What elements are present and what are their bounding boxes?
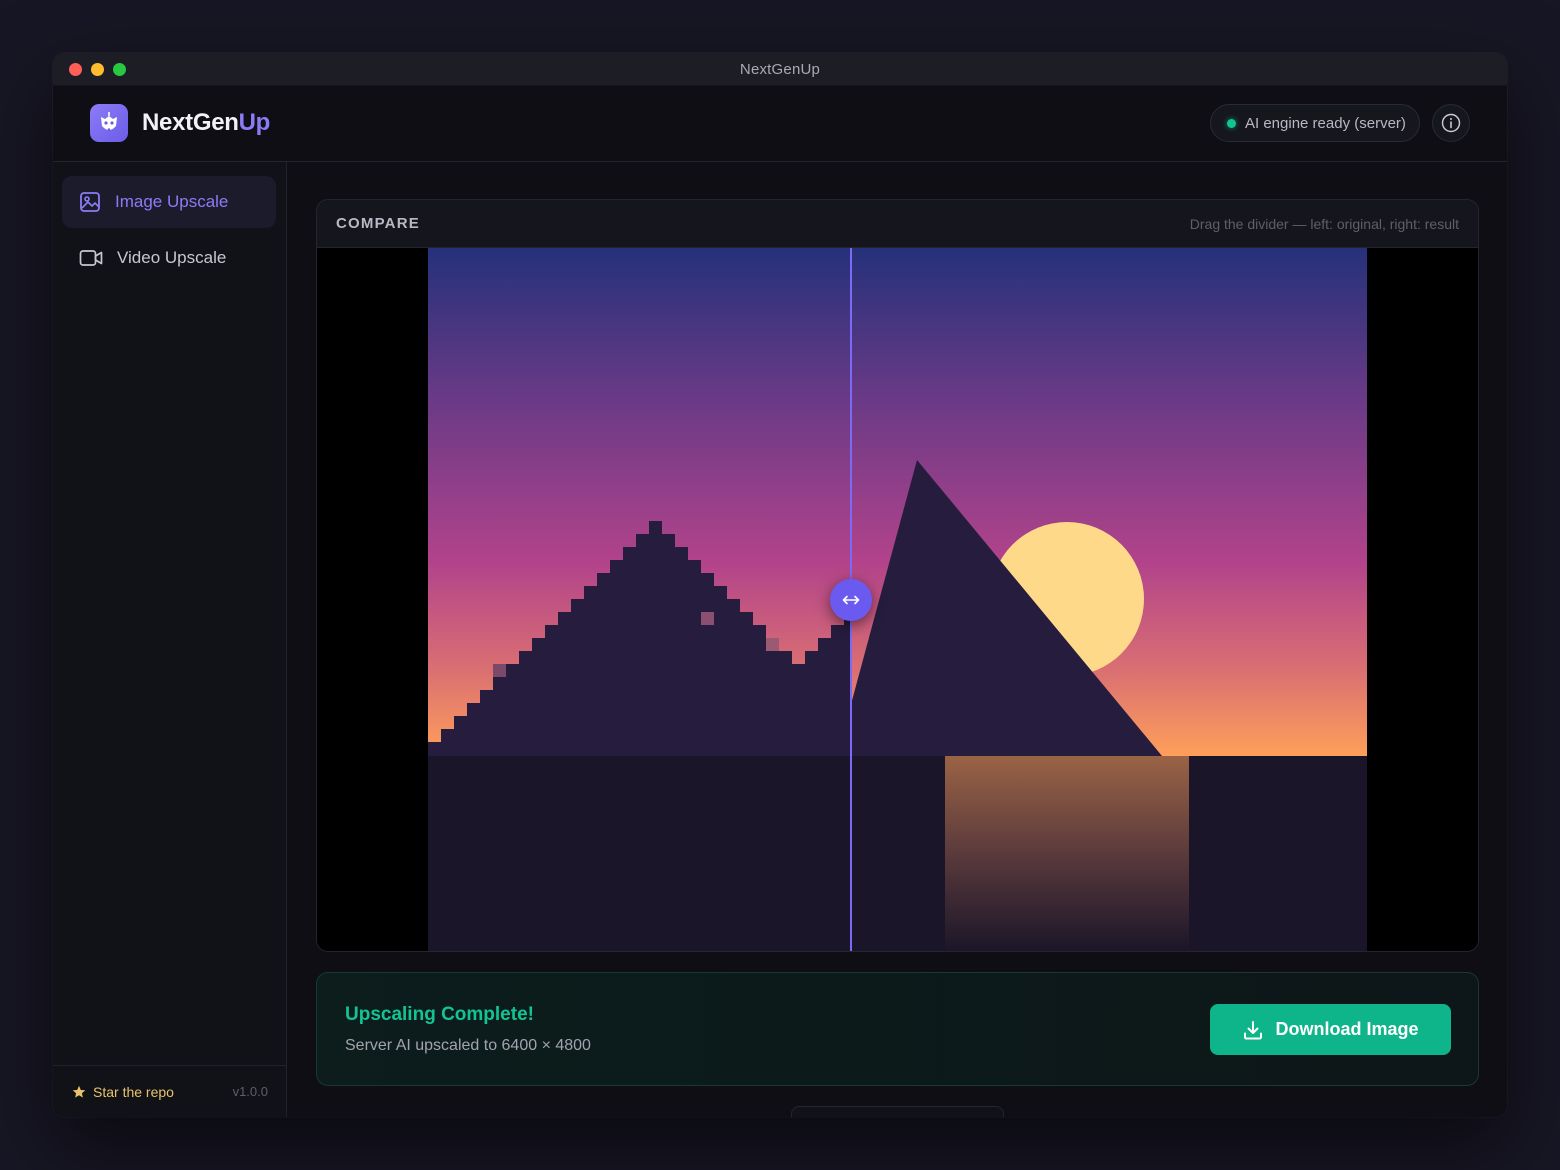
download-image-button[interactable]: Download Image bbox=[1210, 1004, 1451, 1055]
sidebar-item-image-upscale[interactable]: Image Upscale bbox=[62, 176, 276, 228]
status-indicator-dot bbox=[1227, 118, 1236, 128]
video-icon bbox=[79, 250, 103, 266]
engine-status-text: AI engine ready (server) bbox=[1245, 114, 1406, 132]
info-icon bbox=[1441, 113, 1461, 133]
download-icon bbox=[1244, 1020, 1263, 1039]
compare-header: COMPARE Drag the divider — left: origina… bbox=[317, 200, 1478, 248]
result-subtitle: Server AI upscaled to 6400 × 4800 bbox=[345, 1037, 591, 1054]
result-title: Upscaling Complete! bbox=[345, 1004, 534, 1025]
comparison-viewer[interactable] bbox=[317, 248, 1478, 951]
left-right-arrow-icon bbox=[842, 595, 860, 605]
window-title: NextGenUp bbox=[739, 60, 821, 78]
download-button-label: Download Image bbox=[1275, 1019, 1419, 1039]
compare-panel: COMPARE Drag the divider — left: origina… bbox=[316, 199, 1479, 952]
engine-status-badge: AI engine ready (server) bbox=[1210, 104, 1420, 142]
sidebar-item-label: Video Upscale bbox=[117, 248, 227, 267]
sidebar: Image Upscale Video Upscale Star the rep… bbox=[53, 162, 287, 1117]
sidebar-item-video-upscale[interactable]: Video Upscale bbox=[62, 232, 276, 284]
sidebar-footer: Star the repo v1.0.0 bbox=[53, 1065, 287, 1117]
brand-name-accent: Up bbox=[238, 109, 271, 136]
title-bar: NextGenUp bbox=[53, 53, 1507, 86]
info-button[interactable] bbox=[1432, 104, 1470, 142]
version-label: v1.0.0 bbox=[232, 1084, 268, 1099]
maximize-window-button[interactable] bbox=[113, 63, 126, 76]
image-icon bbox=[80, 192, 100, 212]
comparison-image bbox=[317, 248, 1478, 951]
star-repo-label: Star the repo bbox=[93, 1083, 174, 1100]
minimize-window-button[interactable] bbox=[91, 63, 104, 76]
result-panel: Upscaling Complete! Server AI upscaled t… bbox=[316, 972, 1479, 1086]
sidebar-item-label: Image Upscale bbox=[115, 192, 229, 211]
app-logo-icon bbox=[90, 104, 128, 142]
main-content: COMPARE Drag the divider — left: origina… bbox=[288, 162, 1507, 1117]
close-window-button[interactable] bbox=[69, 63, 82, 76]
divider-handle[interactable] bbox=[830, 579, 872, 621]
app-header: NextGenUp AI engine ready (server) bbox=[53, 86, 1507, 162]
compare-hint: Drag the divider — left: original, right… bbox=[1189, 215, 1459, 232]
app-window: NextGenUp NextGenUp AI engine ready (ser… bbox=[53, 53, 1507, 1117]
star-icon bbox=[72, 1085, 86, 1098]
bottom-drawer-handle[interactable] bbox=[791, 1106, 1004, 1117]
brand-name-part: NextGen bbox=[142, 109, 239, 136]
app-brand: NextGenUp bbox=[142, 109, 270, 137]
window-controls bbox=[69, 63, 126, 76]
star-repo-link[interactable]: Star the repo bbox=[72, 1084, 174, 1100]
compare-title: COMPARE bbox=[336, 215, 420, 232]
